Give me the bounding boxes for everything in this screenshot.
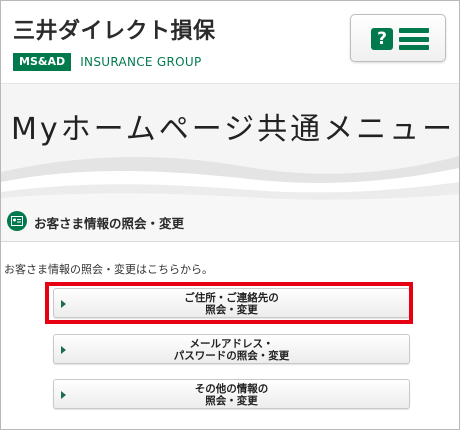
site-header: 三井ダイレクト損保 MS&AD INSURANCE GROUP ? xyxy=(1,1,459,83)
insurance-group-text: INSURANCE GROUP xyxy=(80,54,202,69)
address-contact-button[interactable]: ご住所・ご連絡先の 照会・変更 xyxy=(53,288,410,318)
arrow-right-icon xyxy=(61,346,66,354)
page-frame: 三井ダイレクト損保 MS&AD INSURANCE GROUP ? Myホームペ… xyxy=(0,0,460,430)
other-info-button[interactable]: その他の情報の 照会・変更 xyxy=(53,379,410,409)
id-card-icon xyxy=(7,211,27,231)
hamburger-icon[interactable] xyxy=(399,28,429,50)
button-label: メールアドレス・ パスワードの照会・変更 xyxy=(173,338,290,362)
email-password-button[interactable]: メールアドレス・ パスワードの照会・変更 xyxy=(53,334,410,364)
decorative-waves xyxy=(1,156,459,202)
title-band: Myホームページ共通メニュー xyxy=(1,83,459,202)
arrow-right-icon xyxy=(61,300,66,308)
section-title: お客さま情報の照会・変更 xyxy=(34,216,185,231)
help-menu-button[interactable]: ? xyxy=(350,14,446,62)
arrow-right-icon xyxy=(61,391,66,399)
page-title: Myホームページ共通メニュー xyxy=(11,112,456,147)
help-icon[interactable]: ? xyxy=(371,28,393,50)
brand-logo-title[interactable]: 三井ダイレクト損保 xyxy=(13,13,216,45)
msad-badge: MS&AD xyxy=(13,52,72,71)
group-logo: MS&AD INSURANCE GROUP xyxy=(13,51,202,71)
button-label: その他の情報の 照会・変更 xyxy=(194,383,269,407)
button-label: ご住所・ご連絡先の 照会・変更 xyxy=(184,292,279,316)
section-header: お客さま情報の照会・変更 xyxy=(1,201,459,242)
section-description: お客さま情報の照会・変更はこちらから。 xyxy=(4,263,213,276)
